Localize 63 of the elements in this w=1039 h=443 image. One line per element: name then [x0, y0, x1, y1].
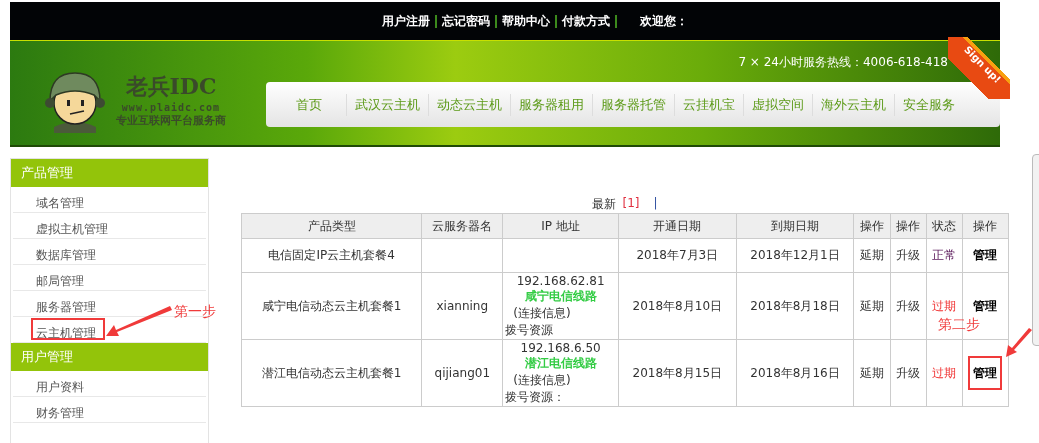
table-cell: 2018年8月15日	[618, 339, 737, 407]
sidebar-item[interactable]: 域名管理	[36, 195, 84, 211]
table-cell: 2018年12月1日	[736, 238, 854, 273]
top-link[interactable]: 用户注册	[382, 12, 430, 30]
column-header: 操作	[962, 213, 1009, 239]
sidebar-section-title: 产品管理	[11, 159, 208, 187]
top-link[interactable]: 帮助中心	[502, 12, 550, 30]
column-header: 到期日期	[736, 213, 854, 239]
logo-title: 老兵IDC	[125, 72, 217, 101]
top-link[interactable]: 付款方式	[562, 12, 610, 30]
connection-info-label: (连接信息)	[512, 304, 572, 322]
column-header: IP 地址	[502, 213, 619, 239]
sidebar-section-title: 用户管理	[11, 343, 208, 371]
page-link[interactable]: [1]	[622, 196, 640, 213]
sidebar-item[interactable]: 服务器管理	[36, 299, 96, 315]
line-name: 潜江电信线路	[523, 354, 598, 372]
dial-resource-label: 拨号资源：	[505, 388, 567, 406]
status-text: 正常	[932, 248, 957, 262]
table-cell: 2018年7月3日	[618, 238, 737, 273]
table-cell: 潜江电信动态云主机套餐1	[241, 339, 422, 407]
welcome-text: 欢迎您：	[640, 12, 688, 30]
pager-separator: |	[653, 196, 658, 212]
ip-address: 192.168.62.81	[515, 273, 606, 288]
column-header: 开通日期	[618, 213, 737, 239]
sidebar-item[interactable]: 邮局管理	[36, 273, 84, 289]
pager-label: 最新	[592, 196, 617, 213]
status-text: 过期	[932, 298, 957, 313]
upgrade-link[interactable]: 升级	[896, 365, 921, 380]
arrow	[1006, 328, 1032, 357]
sidebar-item[interactable]: 数据库管理	[36, 247, 96, 263]
line-name: 咸宁电信线路	[523, 287, 598, 305]
step-annotation: 第一步	[174, 303, 216, 321]
table-cell: 咸宁电信动态云主机套餐1	[241, 272, 422, 340]
column-header: 云服务器名	[421, 213, 503, 239]
table-cell: 电信固定IP云主机套餐4	[241, 238, 422, 273]
connection-info-label: (连接信息)	[512, 371, 572, 389]
dial-resource-label: 拨号资源	[505, 321, 555, 339]
sidebar-item[interactable]: 虚拟主机管理	[36, 221, 108, 237]
column-header: 状态	[926, 213, 963, 239]
arrow	[106, 306, 172, 336]
column-header: 操作	[853, 213, 891, 239]
upgrade-link[interactable]: 升级	[896, 298, 921, 313]
logo-slogan: 专业互联网平台服务商	[116, 114, 226, 128]
hotline-text: 7 × 24小时服务热线：4006-618-418	[738, 54, 948, 71]
status-text: 过期	[932, 365, 957, 380]
table-cell: 2018年8月18日	[736, 272, 854, 340]
sidebar-item[interactable]: 用户资料	[36, 379, 84, 395]
extend-link[interactable]: 延期	[859, 298, 884, 313]
table-cell: qijiang01	[421, 339, 503, 407]
logo-url: www.plaidc.com	[121, 102, 221, 113]
sidebar-item[interactable]: 云主机管理	[36, 325, 96, 341]
sidebar-item[interactable]: 财务管理	[36, 405, 84, 421]
extend-link[interactable]: 延期	[859, 365, 884, 380]
step-annotation: 第二步	[938, 316, 980, 334]
top-link[interactable]: 忘记密码	[442, 12, 490, 30]
manage-link[interactable]: 管理	[973, 298, 998, 313]
column-header: 操作	[890, 213, 927, 239]
ip-address: 192.168.6.50	[519, 340, 602, 355]
manage-link[interactable]: 管理	[973, 365, 998, 380]
table-cell: 2018年8月10日	[618, 272, 737, 340]
column-header: 产品类型	[241, 213, 422, 239]
table-cell: 2018年8月16日	[736, 339, 854, 407]
table-cell: xianning	[421, 272, 503, 340]
